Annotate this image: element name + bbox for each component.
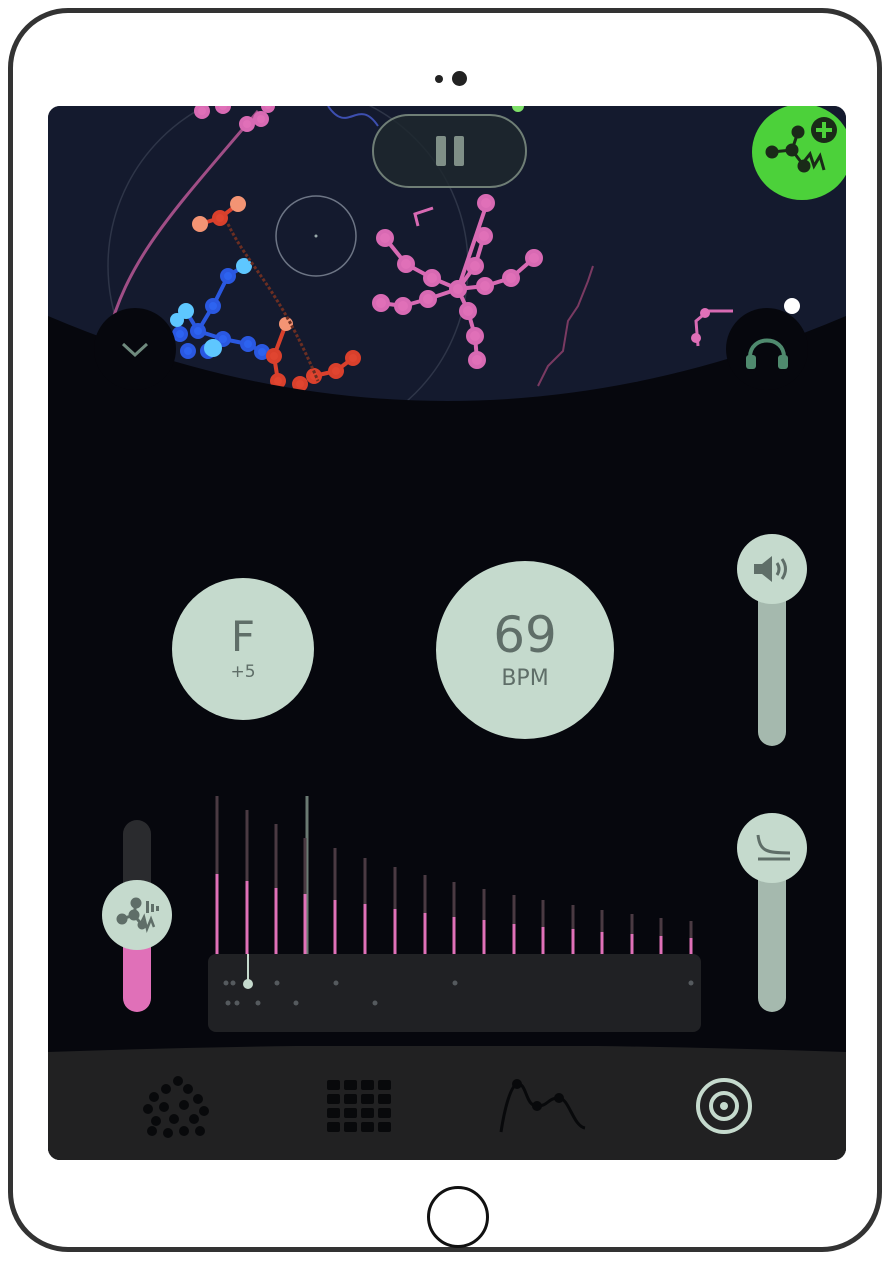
key-button[interactable]: F +5 xyxy=(172,578,314,720)
key-note: F xyxy=(230,612,256,661)
tempo-value: 69 xyxy=(493,605,557,664)
lowpass-curve-icon xyxy=(756,834,791,861)
harmonic-bars xyxy=(215,796,693,954)
step-dots xyxy=(223,954,694,1006)
sensor-dot xyxy=(435,75,443,83)
tab-grid[interactable] xyxy=(310,1066,410,1146)
volume-knob[interactable] xyxy=(737,534,807,604)
molecule-plus-icon xyxy=(765,117,837,173)
molecule-waveform-icon xyxy=(116,897,159,934)
headphones-icon xyxy=(746,338,788,369)
status-dot xyxy=(784,298,800,314)
collapse-button[interactable] xyxy=(94,308,176,390)
tab-envelope[interactable] xyxy=(492,1066,592,1146)
dots-cluster-icon xyxy=(143,1076,209,1138)
density-knob[interactable] xyxy=(102,880,172,950)
add-molecule-button[interactable] xyxy=(752,106,846,200)
home-button[interactable] xyxy=(427,1186,489,1248)
headphones-button[interactable] xyxy=(726,308,808,390)
pause-button[interactable] xyxy=(372,114,527,188)
app-screen: F +5 69 BPM xyxy=(48,106,846,1160)
tempo-button[interactable]: 69 BPM xyxy=(436,561,614,739)
target-icon xyxy=(696,1078,752,1134)
tab-molecules[interactable] xyxy=(128,1066,228,1146)
front-camera xyxy=(452,71,467,86)
pause-icon xyxy=(435,136,464,166)
tempo-unit: BPM xyxy=(501,665,549,691)
tab-target[interactable] xyxy=(674,1066,774,1146)
sequencer-panel[interactable] xyxy=(208,954,701,1032)
filter-knob[interactable] xyxy=(737,813,807,883)
chevron-down-icon xyxy=(121,342,149,358)
key-offset: +5 xyxy=(230,662,256,682)
speaker-icon xyxy=(754,556,787,582)
curve-points-icon xyxy=(499,1079,586,1133)
tab-bar xyxy=(48,1046,846,1160)
grid-icon xyxy=(327,1080,391,1132)
